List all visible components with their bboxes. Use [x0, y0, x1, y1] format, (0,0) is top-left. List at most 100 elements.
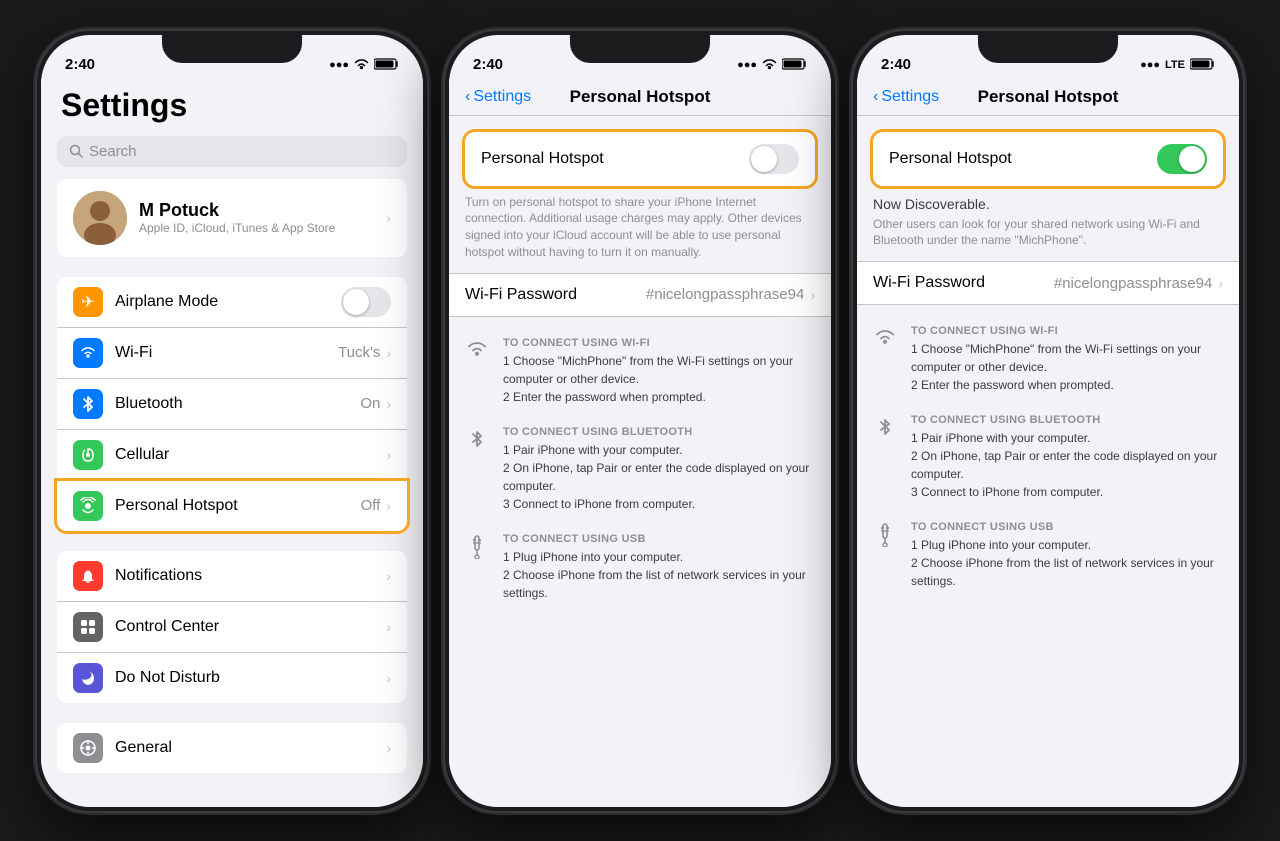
- cellular-icon: [73, 440, 103, 470]
- bluetooth-chevron: ›: [386, 396, 391, 412]
- wifi-label: Wi-Fi: [115, 344, 338, 362]
- status-time-1: 2:40: [65, 56, 95, 73]
- back-chevron-3: ‹: [873, 88, 878, 106]
- dnd-chevron: ›: [386, 670, 391, 686]
- connect-section-2: TO CONNECT USING WI-FI 1 Choose "MichPho…: [449, 317, 831, 622]
- battery-icon: [374, 58, 399, 73]
- hotspot-chevron: ›: [386, 498, 391, 514]
- hotspot-label: Personal Hotspot: [115, 497, 361, 515]
- airplane-mode-icon: ✈: [73, 287, 103, 317]
- connect-usb-text-3: TO CONNECT USING USB 1 Plug iPhone into …: [911, 521, 1223, 590]
- connect-section-3: TO CONNECT USING WI-FI 1 Choose "MichPho…: [857, 305, 1239, 610]
- connect-usb-icon-2: [465, 533, 489, 559]
- wifi-value: Tuck's: [338, 344, 380, 361]
- search-bar[interactable]: Search: [57, 136, 407, 167]
- wifi-pw-row-2[interactable]: Wi-Fi Password #nicelongpassphrase94 ›: [449, 273, 831, 317]
- airplane-toggle[interactable]: [341, 287, 391, 317]
- airplane-mode-label: Airplane Mode: [115, 293, 341, 311]
- airplane-mode-cell[interactable]: ✈ Airplane Mode: [57, 277, 407, 328]
- hotspot-value: Off: [361, 497, 381, 514]
- connect-bt-icon-3: [873, 414, 897, 438]
- connect-usb-2: TO CONNECT USING USB 1 Plug iPhone into …: [465, 533, 815, 602]
- connect-usb-3: TO CONNECT USING USB 1 Plug iPhone into …: [873, 521, 1223, 590]
- hotspot-toggle-inner-3: Personal Hotspot: [873, 132, 1223, 186]
- connect-bt-text-3: TO CONNECT USING BLUETOOTH 1 Pair iPhone…: [911, 414, 1223, 501]
- profile-name: M Potuck: [139, 200, 386, 221]
- cellular-cell[interactable]: Cellular ›: [57, 430, 407, 481]
- profile-cell[interactable]: M Potuck Apple ID, iCloud, iTunes & App …: [57, 179, 407, 257]
- bluetooth-value: On: [360, 395, 380, 412]
- connect-wifi-text-3: TO CONNECT USING WI-FI 1 Choose "MichPho…: [911, 325, 1223, 394]
- discoverable-sub-3: Other users can look for your shared net…: [857, 216, 1239, 262]
- cellular-chevron: ›: [386, 447, 391, 463]
- status-time-2: 2:40: [473, 56, 503, 73]
- connect-wifi-icon-3: [873, 325, 897, 345]
- hotspot-toggle-label-3: Personal Hotspot: [889, 150, 1157, 168]
- back-button-3[interactable]: ‹ Settings: [873, 88, 953, 106]
- wifi-pw-row-3[interactable]: Wi-Fi Password #nicelongpassphrase94 ›: [857, 261, 1239, 305]
- wifi-icon-2: [762, 58, 777, 73]
- connect-wifi-icon-2: [465, 337, 489, 357]
- wifi-cell[interactable]: Wi-Fi Tuck's ›: [57, 328, 407, 379]
- signal-icon-3: ●●●: [1140, 59, 1160, 71]
- do-not-disturb-cell[interactable]: Do Not Disturb ›: [57, 653, 407, 703]
- nav-bar-2: ‹ Settings Personal Hotspot: [449, 79, 831, 116]
- bluetooth-cell[interactable]: Bluetooth On ›: [57, 379, 407, 430]
- wifi-pw-value-2: #nicelongpassphrase94: [646, 286, 804, 303]
- connect-wifi-3: TO CONNECT USING WI-FI 1 Choose "MichPho…: [873, 325, 1223, 394]
- general-icon: [73, 733, 103, 763]
- notch-3: [978, 35, 1118, 63]
- general-chevron: ›: [386, 740, 391, 756]
- hotspot-toggle-2[interactable]: [749, 144, 799, 174]
- notifications-icon: [73, 561, 103, 591]
- status-time-3: 2:40: [881, 56, 911, 73]
- general-cell[interactable]: General ›: [57, 723, 407, 773]
- notifications-chevron: ›: [386, 568, 391, 584]
- hotspot-toggle-3[interactable]: [1157, 144, 1207, 174]
- hotspot-cell[interactable]: Personal Hotspot Off ›: [57, 481, 407, 531]
- connect-usb-text-2: TO CONNECT USING USB 1 Plug iPhone into …: [503, 533, 815, 602]
- status-icons-2: ●●●: [737, 58, 807, 73]
- control-center-icon: [73, 612, 103, 642]
- general-label: General: [115, 739, 386, 757]
- nav-title-3: Personal Hotspot: [953, 87, 1143, 107]
- hotspot-toggle-row-3: Personal Hotspot: [873, 132, 1223, 186]
- notifications-cell[interactable]: Notifications ›: [57, 551, 407, 602]
- signal-icon: ●●●: [329, 59, 349, 71]
- nav-bar-3: ‹ Settings Personal Hotspot: [857, 79, 1239, 116]
- notifications-label: Notifications: [115, 567, 386, 585]
- hotspot-screen-2: ‹ Settings Personal Hotspot Personal Hot…: [449, 79, 831, 807]
- back-label-3: Settings: [881, 88, 939, 106]
- bluetooth-icon: [73, 389, 103, 419]
- connect-bt-icon-2: [465, 426, 489, 450]
- wifi-pw-chevron-3: ›: [1218, 275, 1223, 291]
- back-button-2[interactable]: ‹ Settings: [465, 88, 545, 106]
- hotspot-screen-3: ‹ Settings Personal Hotspot Personal Hot…: [857, 79, 1239, 807]
- connect-wifi-2: TO CONNECT USING WI-FI 1 Choose "MichPho…: [465, 337, 815, 406]
- control-center-cell[interactable]: Control Center ›: [57, 602, 407, 653]
- wifi-pw-label-2: Wi-Fi Password: [465, 286, 646, 304]
- bluetooth-label: Bluetooth: [115, 395, 360, 413]
- connect-wifi-text-2: TO CONNECT USING WI-FI 1 Choose "MichPho…: [503, 337, 815, 406]
- phone-2: 2:40 ●●● ‹ Settings: [445, 31, 835, 811]
- notch-2: [570, 35, 710, 63]
- connect-bt-2: TO CONNECT USING BLUETOOTH 1 Pair iPhone…: [465, 426, 815, 513]
- control-center-chevron: ›: [386, 619, 391, 635]
- profile-info: M Potuck Apple ID, iCloud, iTunes & App …: [139, 200, 386, 235]
- hotspot-toggle-row-2: Personal Hotspot: [465, 132, 815, 186]
- search-placeholder: Search: [89, 143, 137, 160]
- discoverable-text-3: Now Discoverable.: [857, 186, 1239, 216]
- battery-icon-3: [1190, 58, 1215, 73]
- cellular-label: Cellular: [115, 446, 386, 464]
- nav-title-2: Personal Hotspot: [545, 87, 735, 107]
- wifi-pw-chevron-2: ›: [810, 287, 815, 303]
- phone-3: 2:40 ●●● LTE ‹ Settings Personal Hotsp: [853, 31, 1243, 811]
- hotspot-toggle-inner-2: Personal Hotspot: [465, 132, 815, 186]
- lte-icon: LTE: [1165, 59, 1185, 71]
- connect-bt-text-2: TO CONNECT USING BLUETOOTH 1 Pair iPhone…: [503, 426, 815, 513]
- phone-1: 2:40 ●●● Settings Search: [37, 31, 427, 811]
- phones-container: 2:40 ●●● Settings Search: [0, 0, 1280, 841]
- connect-usb-icon-3: [873, 521, 897, 547]
- dnd-icon: [73, 663, 103, 693]
- status-icons-3: ●●● LTE: [1140, 58, 1215, 73]
